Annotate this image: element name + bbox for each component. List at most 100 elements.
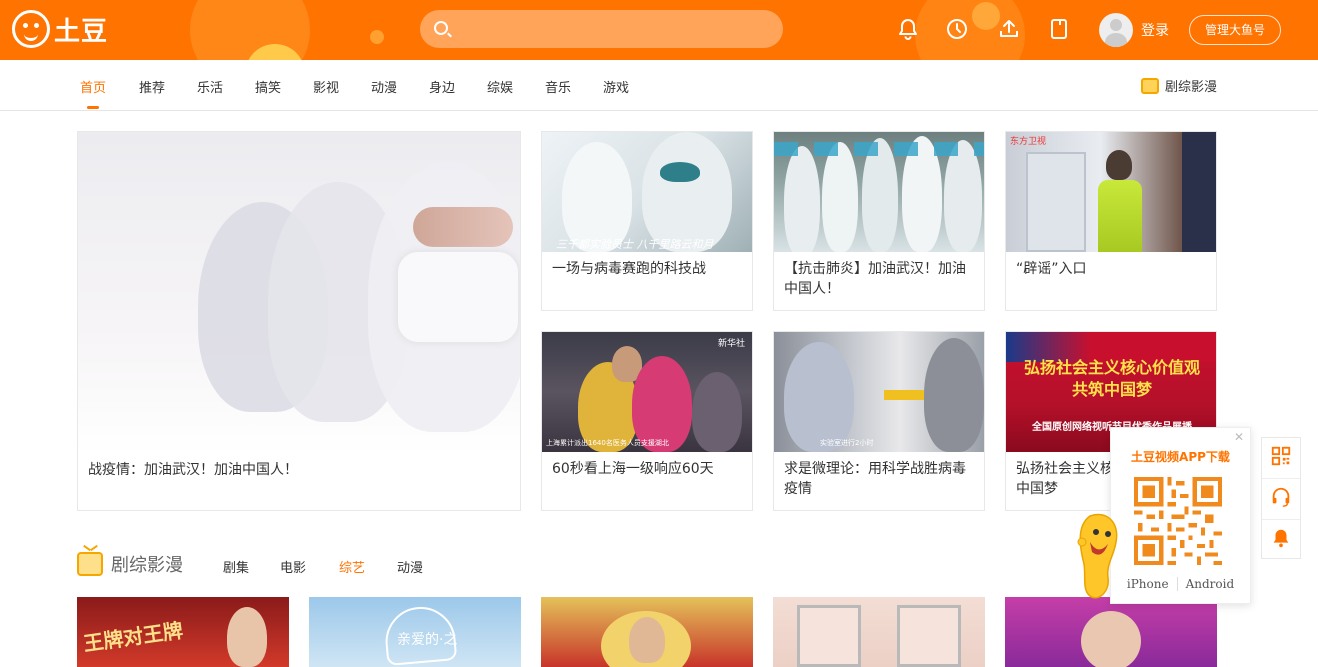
thumbnail-art — [660, 162, 700, 182]
video-card[interactable]: 【抗击肺炎】加油武汉！加油中国人！ — [773, 131, 985, 311]
overlay-line-2: 共筑中国梦 — [1071, 380, 1152, 399]
poster-card[interactable]: 王牌对王牌 — [77, 597, 289, 667]
nav-item-lifestyle[interactable]: 乐活 — [197, 77, 223, 96]
thumbnail-art — [398, 252, 518, 342]
bookmark-icon[interactable] — [1047, 17, 1071, 41]
video-card[interactable]: 三千都实验员士 八千里路云和月 一场与病毒赛跑的科技战 — [541, 131, 753, 311]
category-nav: 首页 推荐 乐活 搞笑 影视 动漫 身边 综娱 音乐 游戏 剧综影漫 — [0, 60, 1318, 111]
thumbnail-art — [629, 617, 665, 663]
tv-icon — [1140, 77, 1159, 94]
tab-drama[interactable]: 剧集 — [223, 557, 249, 576]
thumbnail-art — [1081, 611, 1141, 667]
app-download-popup: ✕ 土豆视频APP下载 iPhone Android — [1110, 427, 1251, 604]
iphone-download-link[interactable]: iPhone — [1127, 577, 1169, 591]
video-title[interactable]: 战疫情：加油武汉！加油中国人！ — [88, 460, 512, 480]
floating-sidebar — [1261, 437, 1301, 559]
nav-drama-label: 剧综影漫 — [1164, 80, 1217, 95]
nav-item-film[interactable]: 影视 — [313, 77, 339, 96]
mascot-image — [1076, 512, 1124, 600]
video-title[interactable]: 求是微理论：用科学战胜病毒疫情 — [784, 459, 976, 499]
nav-item-music[interactable]: 音乐 — [545, 77, 571, 96]
logo-text: 土豆 — [54, 16, 109, 47]
nav-item-recommend[interactable]: 推荐 — [139, 77, 165, 96]
nav-item-variety[interactable]: 综娱 — [487, 77, 513, 96]
customer-service-icon — [1270, 486, 1292, 512]
thumbnail-art — [692, 372, 742, 452]
poster-card[interactable] — [773, 597, 985, 667]
video-title[interactable]: 【抗击肺炎】加油武汉！加油中国人！ — [784, 259, 976, 299]
poster-card[interactable]: 亲爱的·之 — [309, 597, 521, 667]
qr-code — [1134, 477, 1222, 565]
video-overlay-text: 三千都实验员士 八千里路云和月 — [556, 238, 714, 251]
thumbnail-art — [1106, 150, 1132, 180]
tab-anime[interactable]: 动漫 — [397, 557, 423, 576]
channel-logo-text: 新华社 — [718, 339, 746, 349]
nav-item-games[interactable]: 游戏 — [603, 77, 629, 96]
bell-icon[interactable] — [896, 17, 920, 41]
channel-logo-text: 东方卫视 — [1010, 137, 1047, 147]
thumbnail-art — [227, 607, 267, 667]
header-decoration — [972, 2, 1000, 30]
history-clock-icon[interactable] — [945, 17, 969, 41]
nav-active-indicator — [87, 106, 99, 109]
search-icon[interactable] — [434, 21, 448, 35]
video-overlay-text: 上海累计派出1640名医务人员支援湖北 — [546, 439, 669, 447]
section-title[interactable]: 剧综影漫 — [111, 551, 183, 577]
thumbnail-art — [774, 142, 984, 156]
thumbnail-art — [944, 140, 982, 252]
video-thumbnail: 东方卫视 — [1006, 132, 1216, 252]
thumbnail-art — [1098, 180, 1142, 252]
video-card[interactable]: 新华社 上海累计派出1640名医务人员支援湖北 60秒看上海一级响应60天 — [541, 331, 753, 511]
video-overlay-text: 实验室进行2小时 — [820, 439, 874, 447]
video-title[interactable]: “辟谣”入口 — [1016, 259, 1208, 279]
notification-button[interactable] — [1262, 519, 1300, 559]
divider — [1176, 577, 1178, 591]
thumbnail-art — [1026, 152, 1086, 252]
thumbnail-art — [784, 146, 820, 252]
video-thumbnail — [78, 132, 520, 454]
nav-item-home[interactable]: 首页 — [80, 77, 106, 96]
video-title[interactable]: 60秒看上海一级响应60天 — [552, 459, 744, 479]
avatar[interactable] — [1099, 13, 1133, 47]
tudou-logo[interactable]: 土豆 — [12, 10, 108, 48]
thumbnail-art — [822, 142, 858, 252]
poster-card[interactable] — [541, 597, 753, 667]
thumbnail-art — [924, 338, 984, 452]
notification-bell-icon — [1270, 527, 1292, 553]
android-download-link[interactable]: Android — [1186, 577, 1235, 591]
nav-item-funny[interactable]: 搞笑 — [255, 77, 281, 96]
thumbnail-art — [897, 605, 961, 667]
qr-code-button[interactable] — [1262, 438, 1300, 478]
video-title[interactable]: 一场与病毒赛跑的科技战 — [552, 259, 744, 279]
tab-variety[interactable]: 综艺 — [339, 557, 365, 576]
featured-video-card[interactable]: 战疫情：加油武汉！加油中国人！ — [77, 131, 521, 511]
tv-icon — [77, 552, 103, 576]
app-platform-links: iPhone Android — [1111, 577, 1250, 591]
video-thumbnail: 三千都实验员士 八千里路云和月 — [542, 132, 752, 252]
nav-item-anime[interactable]: 动漫 — [371, 77, 397, 96]
video-thumbnail: 新华社 上海累计派出1640名医务人员支援湖北 — [542, 332, 752, 452]
close-icon[interactable]: ✕ — [1234, 430, 1244, 444]
search-input[interactable] — [460, 10, 770, 48]
customer-service-button[interactable] — [1262, 478, 1300, 518]
thumbnail-art — [1182, 132, 1216, 252]
tudou-face-icon — [12, 10, 50, 48]
thumbnail-art — [884, 390, 924, 400]
poster-title-text: 王牌对王牌 — [82, 618, 185, 656]
video-card[interactable]: 实验室进行2小时 求是微理论：用科学战胜病毒疫情 — [773, 331, 985, 511]
top-header: 土豆 登录 管理大鱼号 — [0, 0, 1318, 60]
overlay-line-1: 弘扬社会主义核心价值观 — [1023, 358, 1200, 377]
video-card[interactable]: 东方卫视 “辟谣”入口 — [1005, 131, 1217, 311]
thumbnail-art — [413, 207, 513, 247]
nav-drama-link[interactable]: 剧综影漫 — [1140, 76, 1217, 95]
qr-code-icon — [1270, 445, 1292, 471]
tab-movie[interactable]: 电影 — [280, 557, 306, 576]
manage-account-button[interactable]: 管理大鱼号 — [1189, 15, 1281, 45]
search-box[interactable] — [420, 10, 783, 48]
poster-card[interactable] — [1005, 597, 1217, 667]
nav-item-nearby[interactable]: 身边 — [429, 77, 455, 96]
upload-icon[interactable] — [997, 17, 1021, 41]
section-header: 剧综影漫 — [77, 551, 183, 577]
header-decoration — [370, 30, 384, 44]
login-link[interactable]: 登录 — [1141, 20, 1169, 40]
